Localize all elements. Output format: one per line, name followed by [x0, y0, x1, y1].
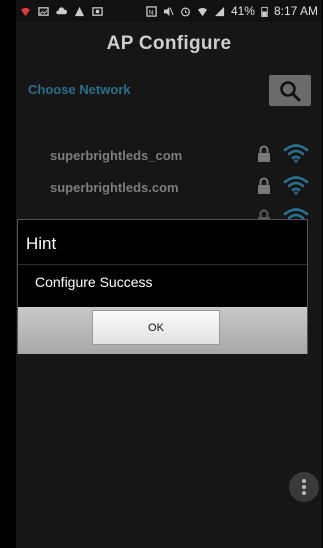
status-bar: N 41% 8:17 AM	[16, 0, 322, 22]
dialog-divider	[18, 264, 307, 265]
ok-button[interactable]: OK	[92, 310, 220, 345]
battery-icon	[261, 6, 268, 17]
mute-icon	[163, 6, 174, 16]
dot-icon	[302, 491, 306, 495]
wifi-warning-icon	[20, 7, 31, 16]
alarm-icon	[180, 7, 190, 16]
wifi-icon	[283, 176, 309, 195]
lock-icon	[258, 145, 270, 162]
network-item[interactable]: superbrightleds.com	[16, 172, 322, 206]
dialog-message: Configure Success	[35, 274, 153, 290]
battery-percent: 41%	[230, 4, 255, 18]
wifi-status-icon	[197, 7, 208, 16]
clock-time: 8:17 AM	[273, 4, 318, 18]
image-icon	[38, 6, 49, 16]
network-item[interactable]: superbrightleds_com	[16, 140, 322, 174]
network-name: superbrightleds.com	[50, 180, 179, 195]
dot-icon	[302, 479, 306, 483]
wifi-icon	[283, 144, 309, 163]
network-name: superbrightleds_com	[50, 148, 183, 163]
alert-icon	[74, 6, 85, 16]
app-bar: AP Configure	[16, 22, 322, 66]
search-icon	[280, 81, 301, 102]
overflow-menu-button[interactable]	[289, 472, 319, 502]
dialog-footer: OK	[18, 307, 307, 354]
app-title: AP Configure	[106, 33, 232, 54]
dot-icon	[302, 485, 306, 489]
dialog-title: Hint	[26, 234, 57, 253]
choose-network-label: Choose Network	[28, 82, 131, 97]
svg-text:N: N	[149, 8, 154, 16]
cloud-icon	[56, 6, 67, 14]
gallery-icon	[92, 6, 103, 16]
hint-dialog: Hint Configure Success OK	[17, 219, 308, 354]
lock-icon	[258, 177, 270, 194]
signal-icon	[214, 6, 225, 16]
search-button[interactable]	[269, 75, 311, 106]
nfc-icon: N	[146, 5, 157, 17]
